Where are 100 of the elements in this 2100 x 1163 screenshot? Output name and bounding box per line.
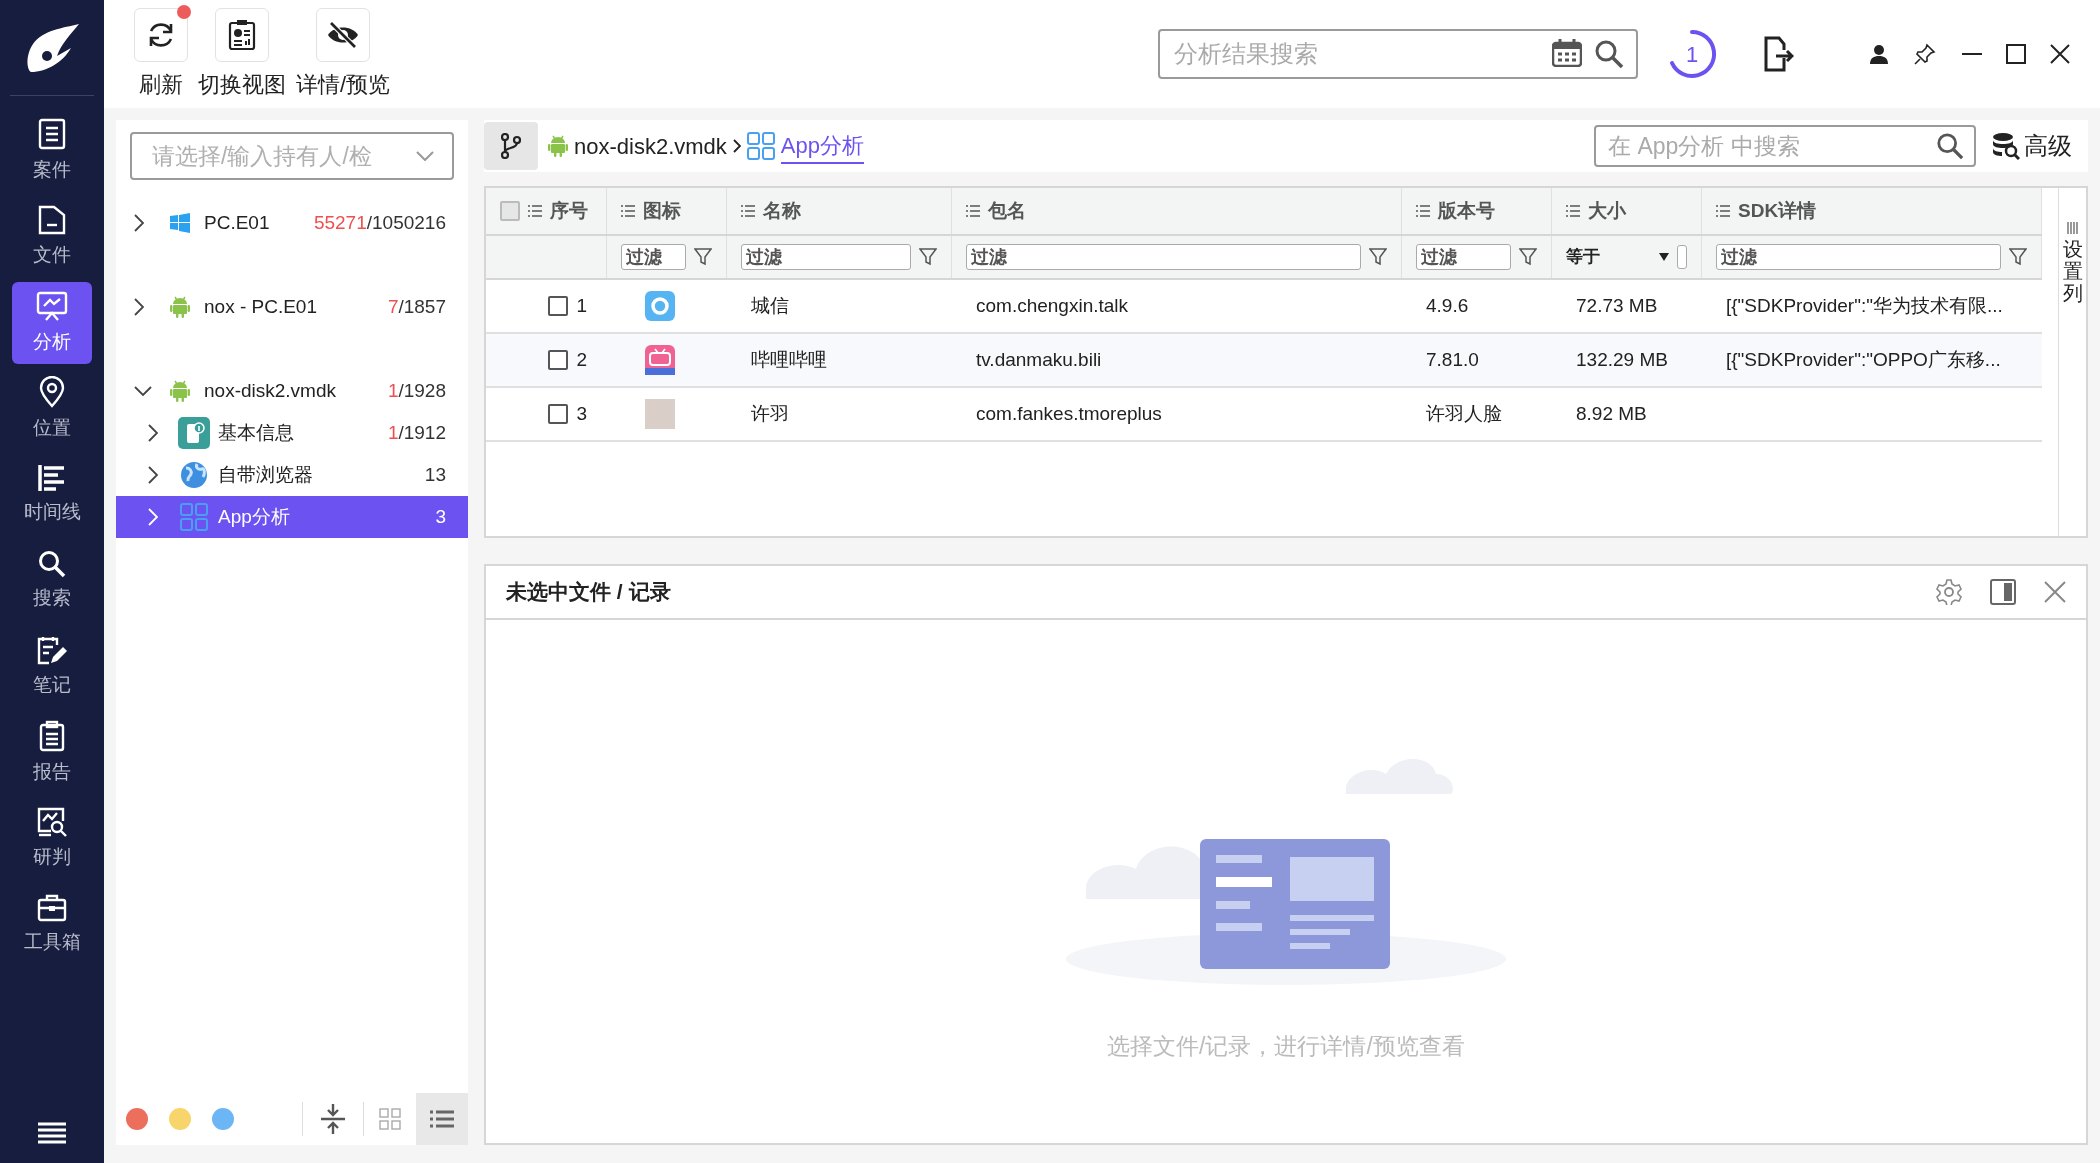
table-cell-text: 132.29 MB — [1576, 347, 1668, 372]
list-view-icon — [430, 1110, 454, 1128]
column-settings-tab[interactable]: 设置列 — [2058, 188, 2086, 536]
filter-icon[interactable] — [1519, 248, 1537, 266]
toolbar-button[interactable] — [316, 7, 371, 62]
android-icon — [170, 296, 190, 318]
branch-button[interactable] — [484, 122, 538, 170]
operator-select[interactable]: 等于 — [1566, 244, 1669, 270]
filter-field[interactable]: 过滤 — [741, 244, 911, 270]
checkbox[interactable] — [500, 201, 520, 221]
pin-icon[interactable] — [1914, 43, 1936, 65]
tree-label: App分析 — [218, 504, 290, 529]
list-icon — [1716, 205, 1730, 217]
nav-item[interactable]: 分析 — [12, 282, 92, 364]
calendar-icon[interactable] — [1552, 39, 1582, 67]
tree-label: PC.E01 — [204, 210, 270, 235]
view-mode-button[interactable] — [416, 1093, 468, 1145]
breadcrumb-link[interactable]: App分析 — [780, 128, 864, 164]
row-number: 1 — [576, 293, 587, 318]
list-icon — [966, 205, 980, 217]
holder-select[interactable]: 请选择/输入持有人/检 — [130, 132, 454, 180]
table-cell-text: com.fankes.tmoreplus — [976, 401, 1162, 426]
nav-item[interactable]: 研判 — [12, 798, 92, 880]
tree-item[interactable]: PC.E01 55271/1050216 — [116, 202, 468, 244]
nav-item[interactable]: 搜索 — [12, 540, 92, 622]
column-header[interactable]: 序号 — [550, 196, 588, 226]
filter-icon[interactable] — [694, 248, 712, 266]
filter-field[interactable]: 过滤 — [1716, 244, 2001, 270]
filter-icon[interactable] — [2009, 248, 2027, 266]
tree-item[interactable]: App分析 3 — [116, 496, 468, 538]
list-icon — [621, 205, 635, 217]
toolbar-label[interactable]: 刷新 — [139, 67, 183, 101]
document-icon — [38, 117, 66, 150]
table-cell-text: com.chengxin.talk — [976, 293, 1129, 318]
close-icon[interactable] — [2050, 44, 2070, 64]
row-number: 3 — [576, 401, 587, 426]
chevron-right-icon — [134, 298, 144, 316]
filter-icon[interactable] — [919, 248, 937, 266]
grid-icon — [180, 503, 208, 531]
tree-count: 55271/1050216 — [313, 210, 446, 235]
tree-item[interactable]: 基本信息 1/1912 — [116, 412, 468, 454]
filter-field[interactable]: 过滤 — [1416, 244, 1511, 270]
app-icon — [645, 345, 675, 375]
nav-item[interactable]: 案件 — [12, 110, 92, 192]
export-file-icon[interactable] — [1764, 36, 1794, 72]
tree-label: nox - PC.E01 — [204, 294, 317, 319]
checkbox[interactable] — [548, 350, 569, 370]
column-header[interactable]: 图标 — [643, 196, 681, 226]
empty-state-message: 选择文件/记录，进行详情/预览查看 — [1107, 1032, 1465, 1062]
tree-item[interactable]: nox-disk2.vmdk 1/1928 — [116, 370, 468, 412]
file-icon — [38, 204, 66, 235]
tree-item[interactable]: 自带浏览器 13 — [116, 454, 468, 496]
nav-item[interactable]: 文件 — [12, 196, 92, 278]
column-header[interactable]: 名称 — [763, 196, 801, 226]
tree-item[interactable]: nox - PC.E01 7/1857 — [116, 286, 468, 328]
nav-item[interactable]: 笔记 — [12, 626, 92, 708]
filter-field[interactable]: 过滤 — [966, 244, 1361, 270]
column-header[interactable]: 版本号 — [1438, 196, 1495, 226]
chart-magnifier-icon — [37, 806, 67, 837]
toolbar-label[interactable]: 详情/预览 — [296, 67, 391, 101]
table-search-field[interactable]: 在 App分析 中搜索 — [1594, 125, 1976, 167]
tree-label: 自带浏览器 — [218, 462, 313, 487]
breadcrumb-link[interactable]: nox-disk2.vmdk — [574, 129, 727, 163]
search-icon[interactable] — [1936, 132, 1964, 160]
nav-item[interactable]: 时间线 — [12, 454, 92, 536]
search-input[interactable]: 分析结果搜索 — [1158, 29, 1638, 79]
value-field[interactable] — [1677, 245, 1687, 269]
nav-item[interactable]: 报告 — [12, 712, 92, 794]
task-counter[interactable]: 1 — [1666, 28, 1718, 80]
location-pin-icon — [38, 375, 66, 408]
table-cell-text: 4.9.6 — [1426, 293, 1469, 318]
menu-icon[interactable] — [38, 1121, 66, 1145]
column-header[interactable]: SDK详情 — [1738, 196, 1817, 226]
maximize-icon[interactable] — [2006, 44, 2026, 64]
column-header[interactable]: 包名 — [988, 196, 1026, 226]
chevron-down-icon[interactable] — [416, 151, 434, 161]
nav-item[interactable]: 位置 — [12, 368, 92, 450]
timeline-icon — [37, 463, 67, 492]
chevron-right-icon — [732, 139, 741, 153]
table-cell-text: 许羽人脸 — [1426, 401, 1502, 426]
search-icon[interactable] — [1594, 39, 1624, 69]
minimize-icon[interactable] — [1962, 52, 1982, 56]
phone-info-icon — [178, 417, 210, 449]
nav-item[interactable]: 工具箱 — [12, 884, 92, 966]
checkbox[interactable] — [548, 296, 569, 316]
side-panel-icon[interactable] — [1990, 579, 2016, 605]
collapse-icon[interactable] — [321, 1104, 345, 1134]
toolbar-label[interactable]: 切换视图 — [198, 67, 286, 101]
filter-icon[interactable] — [1369, 248, 1387, 266]
toolbar-button[interactable] — [134, 7, 188, 62]
toolbar-button[interactable] — [215, 7, 269, 62]
settings-icon[interactable] — [1936, 579, 1962, 605]
chevron-right-icon — [148, 424, 158, 442]
table-cell-text: 8.92 MB — [1576, 401, 1647, 426]
column-header[interactable]: 大小 — [1588, 196, 1626, 226]
notification-badge — [177, 4, 191, 19]
filter-field[interactable]: 过滤 — [621, 244, 686, 270]
user-icon[interactable] — [1870, 44, 1888, 64]
advanced-search-button[interactable]: 高级 — [1992, 128, 2072, 164]
checkbox[interactable] — [548, 404, 569, 424]
